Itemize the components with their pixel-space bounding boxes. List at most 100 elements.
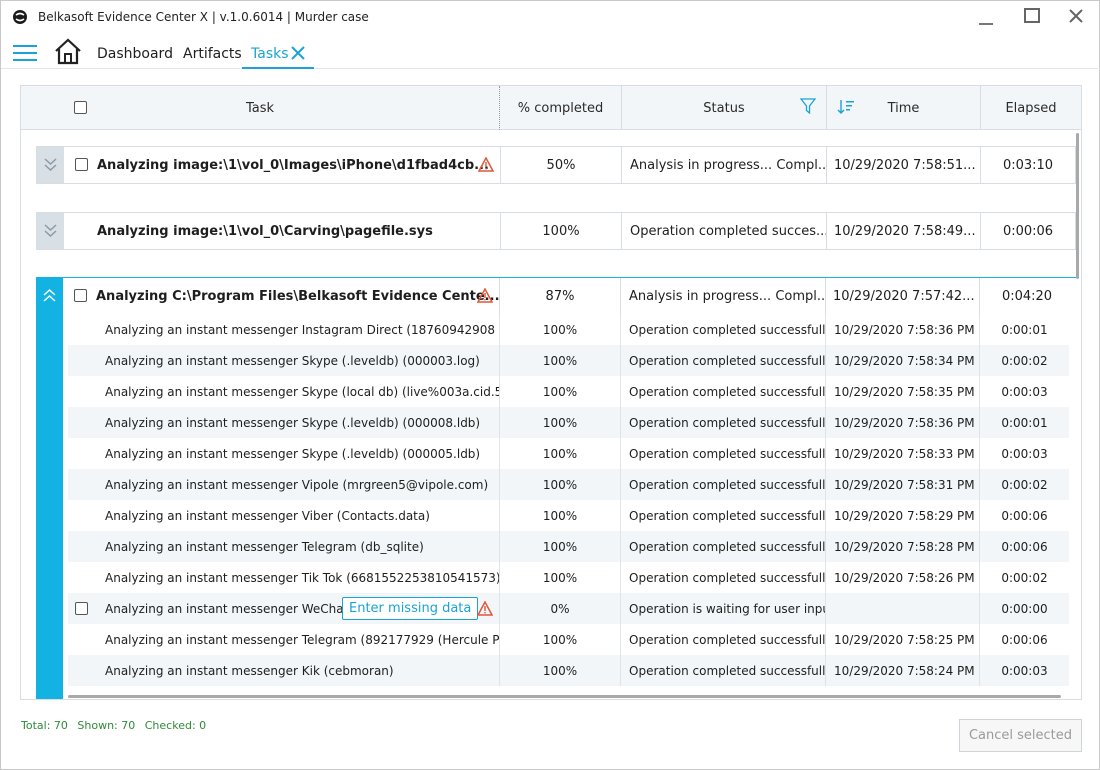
task-status: Operation completed succes... [622, 213, 827, 249]
subtask-time: 10/29/2020 7:58:26 PM [826, 562, 980, 593]
task-time: 10/29/2020 7:57:42... [826, 278, 980, 314]
column-elapsed-label: Elapsed [1005, 100, 1057, 116]
task-percent: 87% [500, 278, 621, 314]
subtask-row[interactable]: Analyzing an instant messenger Telegram … [68, 531, 1069, 562]
subtask-row[interactable]: Analyzing an instant messenger Instagram… [68, 314, 1069, 345]
subtask-name: Analyzing an instant messenger Kik (cebm… [68, 655, 500, 686]
vertical-scroll-thumb[interactable] [1076, 133, 1079, 279]
hamburger-menu-icon[interactable] [13, 44, 37, 62]
task-elapsed: 0:00:06 [1002, 223, 1054, 239]
collapse-group-button[interactable] [36, 278, 63, 314]
vertical-scrollbar[interactable] [1073, 130, 1081, 695]
task-group-row[interactable]: Analyzing image:\1\vol_0\Images\iPhone\d… [36, 146, 1076, 184]
subtask-row[interactable]: Analyzing an instant messenger Skype (.l… [68, 345, 1069, 376]
expanded-group-bar [36, 278, 63, 699]
task-name: Analyzing C:\Program Files\Belkasoft Evi… [63, 278, 500, 314]
subtask-status: Operation completed successfully [621, 345, 826, 376]
subtask-elapsed: 0:00:02 [1001, 477, 1048, 492]
subtask-name: Analyzing an instant messenger Skype (.l… [68, 438, 500, 469]
subtask-percent: 100% [500, 407, 621, 438]
task-time: 10/29/2020 7:58:51... [827, 147, 981, 183]
minimize-icon [979, 23, 993, 25]
subtask-percent: 100% [500, 500, 621, 531]
enter-missing-data-button[interactable]: Enter missing data [342, 597, 479, 620]
sort-descending-icon[interactable] [837, 99, 855, 115]
tab-dashboard[interactable]: Dashboard [97, 46, 173, 62]
task-percent: 100% [501, 213, 622, 249]
chevron-double-down-icon [44, 158, 57, 172]
subtask-row[interactable]: Analyzing an instant messenger Tik Tok (… [68, 562, 1069, 593]
title-bar: Belkasoft Evidence Center X | v.1.0.6014… [1, 1, 1100, 34]
minimize-button[interactable] [971, 5, 1001, 29]
subtask-elapsed: 0:00:03 [1001, 384, 1048, 399]
task-group-row[interactable]: Analyzing image:\1\vol_0\Carving\pagefil… [36, 212, 1076, 250]
subtask-elapsed: 0:00:02 [1001, 570, 1048, 585]
subtask-time: 10/29/2020 7:58:36 PM [826, 407, 980, 438]
expand-group-button[interactable] [37, 213, 64, 249]
task-status: Analysis in progress... Compl... [622, 147, 827, 183]
column-header-status[interactable]: Status [622, 86, 827, 130]
maximize-button[interactable] [1017, 5, 1047, 29]
close-window-button[interactable] [1061, 5, 1091, 29]
column-header-pct[interactable]: % completed [500, 86, 622, 130]
chevron-double-up-icon [43, 288, 56, 302]
subtask-row-waiting[interactable]: Analyzing an instant messenger WeChat (.… [68, 593, 1069, 624]
task-name: Analyzing image:\1\vol_0\Images\iPhone\d… [64, 147, 501, 183]
expand-group-button[interactable] [37, 147, 64, 183]
window-title: Belkasoft Evidence Center X | v.1.0.6014… [38, 10, 369, 24]
select-all-checkbox[interactable] [74, 101, 87, 114]
subtask-row[interactable]: Analyzing an instant messenger Skype (lo… [68, 376, 1069, 407]
warning-icon [477, 288, 493, 303]
warning-icon [478, 157, 494, 172]
task-elapsed: 0:03:10 [1002, 157, 1054, 173]
subtask-row[interactable]: Analyzing an instant messenger Vipole (m… [68, 469, 1069, 500]
subtask-row[interactable]: Analyzing an instant messenger Viber (Co… [68, 500, 1069, 531]
subtask-time: 10/29/2020 7:58:33 PM [826, 438, 980, 469]
tasks-grid: Task % completed Status Time Elapsed Ana… [20, 85, 1082, 700]
task-group-row-expanded[interactable]: Analyzing C:\Program Files\Belkasoft Evi… [36, 277, 1076, 315]
subtask-row[interactable]: Analyzing an instant messenger Kik (cebm… [68, 655, 1069, 686]
close-icon [1069, 9, 1083, 23]
task-elapsed: 0:04:20 [1001, 288, 1053, 304]
maximize-icon [1024, 8, 1040, 23]
app-window: Belkasoft Evidence Center X | v.1.0.6014… [0, 0, 1100, 770]
subtask-percent: 100% [500, 376, 621, 407]
subtask-row[interactable]: Analyzing an instant messenger Telegram … [68, 624, 1069, 655]
column-header-task[interactable]: Task [21, 86, 500, 130]
subtask-status: Operation completed successfully [621, 407, 826, 438]
tab-artifacts[interactable]: Artifacts [183, 46, 242, 62]
subtask-elapsed: 0:00:00 [1001, 601, 1048, 616]
subtask-status: Operation completed successfully [621, 500, 826, 531]
tab-tasks[interactable]: Tasks [242, 35, 314, 69]
horizontal-scrollbar[interactable] [68, 692, 1068, 699]
task-name: Analyzing image:\1\vol_0\Carving\pagefil… [64, 213, 501, 249]
column-header-time[interactable]: Time [827, 86, 981, 130]
subtask-elapsed: 0:00:06 [1001, 632, 1048, 647]
subtask-time [826, 593, 980, 624]
horizontal-scroll-thumb[interactable] [68, 695, 1061, 698]
home-icon[interactable] [54, 38, 82, 65]
subtask-row[interactable]: Analyzing an instant messenger Skype (.l… [68, 407, 1069, 438]
grid-header: Task % completed Status Time Elapsed [21, 86, 1081, 130]
subtask-percent: 100% [500, 438, 621, 469]
task-time: 10/29/2020 7:58:49... [827, 213, 981, 249]
subtask-time: 10/29/2020 7:58:28 PM [826, 531, 980, 562]
footer-stats: Total: 70 Shown: 70 Checked: 0 [21, 719, 212, 732]
subtask-percent: 100% [500, 469, 621, 500]
checked-count: Checked: 0 [144, 719, 207, 732]
subtask-time: 10/29/2020 7:58:25 PM [826, 624, 980, 655]
subtask-elapsed: 0:00:01 [1001, 415, 1048, 430]
subtask-time: 10/29/2020 7:58:36 PM [826, 314, 980, 345]
column-task-label: Task [245, 100, 275, 116]
subtask-percent: 100% [500, 655, 621, 686]
subtask-name: Analyzing an instant messenger Telegram … [68, 624, 500, 655]
subtask-row[interactable]: Analyzing an instant messenger Skype (.l… [68, 438, 1069, 469]
close-tab-icon[interactable] [291, 46, 305, 60]
cancel-selected-button[interactable]: Cancel selected [959, 719, 1082, 752]
column-header-elapsed[interactable]: Elapsed [981, 86, 1081, 130]
task-percent: 50% [501, 147, 622, 183]
filter-icon[interactable] [800, 98, 816, 114]
subtask-elapsed: 0:00:01 [1001, 322, 1048, 337]
column-pct-label: % completed [517, 100, 604, 116]
belkasoft-logo-icon [13, 10, 27, 24]
